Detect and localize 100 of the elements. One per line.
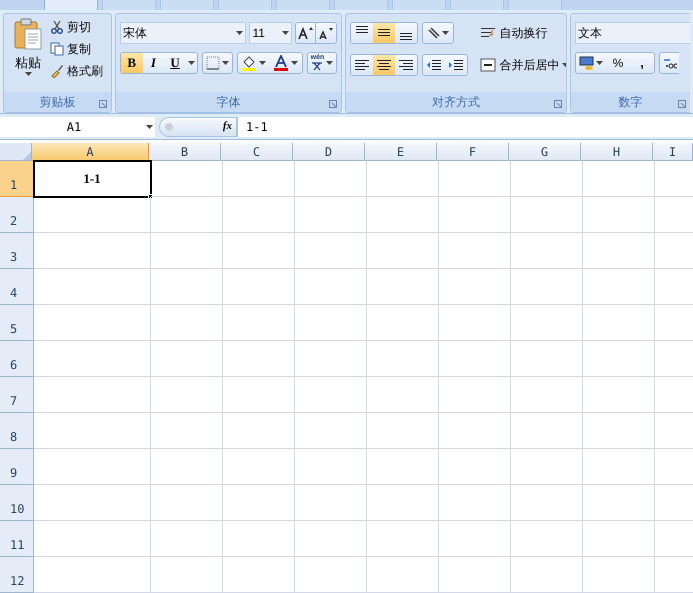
formula-field[interactable]: 1-1 (237, 116, 693, 137)
column-header[interactable]: H (581, 143, 653, 162)
grid-cell[interactable] (439, 341, 511, 378)
grid-cell[interactable] (34, 521, 151, 558)
grid-cell[interactable] (295, 557, 367, 593)
grid-cell[interactable] (439, 233, 511, 270)
grid-cell[interactable] (34, 413, 151, 450)
grid-cell[interactable] (295, 341, 367, 378)
ribbon-tab[interactable] (102, 0, 156, 10)
row-header[interactable]: 2 (0, 197, 34, 234)
font-name-field[interactable]: 宋体 (120, 22, 246, 44)
increase-decimal-button[interactable] (659, 52, 680, 74)
column-header[interactable]: I (653, 143, 693, 162)
paste-button[interactable]: 粘贴 (10, 18, 46, 92)
grid-cell[interactable] (223, 197, 295, 234)
grid-cell[interactable] (439, 485, 511, 522)
grid-cell[interactable] (151, 557, 223, 593)
grid-cell[interactable] (223, 521, 295, 558)
grid-cell[interactable]: 1-1 (34, 161, 151, 198)
grid-cell[interactable] (439, 557, 511, 593)
grid-cell[interactable] (511, 485, 583, 522)
grid-cell[interactable] (367, 269, 439, 306)
borders-button[interactable] (202, 52, 233, 74)
grid-cell[interactable] (34, 557, 151, 593)
grid-cell[interactable] (295, 161, 367, 198)
grid-cell[interactable] (223, 305, 295, 342)
row-header[interactable]: 8 (0, 413, 34, 450)
row-header[interactable]: 7 (0, 377, 34, 414)
grid-cell[interactable] (295, 197, 367, 234)
horizontal-align-button[interactable] (373, 54, 396, 75)
grid-cell[interactable] (151, 197, 223, 234)
grid-cell[interactable] (295, 449, 367, 486)
grid-cell[interactable] (583, 485, 655, 522)
insert-function-button[interactable]: fx (222, 118, 232, 135)
grid-cell[interactable] (439, 377, 511, 414)
italic-button[interactable]: I (142, 52, 164, 73)
percent-button[interactable]: % (606, 52, 630, 73)
merge-center-button[interactable]: 合并后居中 (480, 54, 566, 76)
row-header[interactable]: 10 (0, 485, 34, 522)
grid-cell[interactable] (295, 377, 367, 414)
ribbon-tab[interactable] (392, 0, 446, 10)
grid-cell[interactable] (439, 305, 511, 342)
dialog-launcher-icon[interactable] (554, 100, 562, 108)
ribbon-tab[interactable] (276, 0, 330, 10)
grid-cell[interactable] (34, 485, 151, 522)
grid-cell[interactable] (34, 269, 151, 306)
grid-cell[interactable] (151, 377, 223, 414)
bold-button[interactable]: B (120, 52, 143, 73)
column-header[interactable]: F (437, 143, 509, 162)
column-header[interactable]: A (32, 143, 149, 162)
cut-button[interactable]: 剪切 (50, 18, 103, 36)
ribbon-tab[interactable] (44, 0, 98, 10)
grid-cell[interactable] (583, 161, 655, 198)
grid-cell[interactable] (295, 413, 367, 450)
grid-cell[interactable] (34, 305, 151, 342)
horizontal-align-button[interactable] (351, 54, 374, 75)
column-header[interactable]: G (509, 143, 581, 162)
ribbon-tab[interactable] (450, 0, 504, 10)
grid-cell[interactable] (583, 413, 655, 450)
grid-cell[interactable] (295, 269, 367, 306)
grid-cell[interactable] (439, 449, 511, 486)
shrink-font-button[interactable] (316, 22, 338, 44)
grid-cell[interactable] (439, 413, 511, 450)
vertical-align-button[interactable] (351, 22, 374, 43)
grid-cell[interactable] (511, 161, 583, 198)
grid-cell[interactable] (367, 557, 439, 593)
grid-cell[interactable] (223, 269, 295, 306)
horizontal-align-button[interactable] (395, 54, 418, 75)
row-header[interactable]: 12 (0, 557, 34, 593)
grid-cell[interactable] (367, 341, 439, 378)
grid-cell[interactable] (34, 449, 151, 486)
underline-button[interactable]: U (164, 52, 186, 73)
grid-cell[interactable] (151, 485, 223, 522)
grid-cell[interactable] (367, 161, 439, 198)
column-header[interactable]: B (149, 143, 221, 162)
column-header[interactable]: E (365, 143, 437, 162)
row-header[interactable]: 3 (0, 233, 34, 270)
grid-cell[interactable] (367, 233, 439, 270)
dialog-launcher-icon[interactable] (329, 100, 338, 108)
ribbon-tab[interactable] (508, 0, 562, 10)
grid-cell[interactable] (223, 449, 295, 486)
wrap-text-button[interactable]: 自动换行 (480, 22, 566, 44)
grid-cell[interactable] (151, 521, 223, 558)
grid-cell[interactable] (511, 305, 583, 342)
number-format-field[interactable]: 文本 (575, 22, 690, 44)
grid-cell[interactable] (223, 377, 295, 414)
grid-cell[interactable] (34, 233, 151, 270)
grid-cell[interactable] (295, 305, 367, 342)
grid-cell[interactable] (223, 341, 295, 378)
grid-cell[interactable] (367, 377, 439, 414)
grid-cell[interactable] (439, 161, 511, 198)
ribbon-tab[interactable] (160, 0, 214, 10)
row-header[interactable]: 1 (0, 161, 34, 198)
row-header[interactable]: 4 (0, 269, 34, 306)
grid-cell[interactable] (439, 197, 511, 234)
grid-cell[interactable] (367, 485, 439, 522)
grid-cell[interactable] (583, 449, 655, 486)
grid-cell[interactable] (511, 269, 583, 306)
row-header[interactable]: 5 (0, 305, 34, 342)
grid-cell[interactable] (151, 161, 223, 198)
